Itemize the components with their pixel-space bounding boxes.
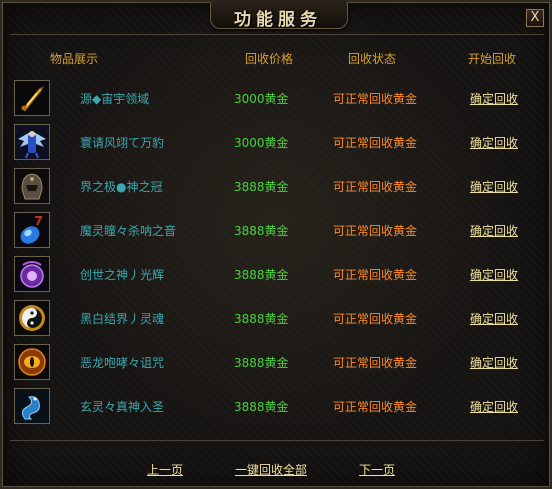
item-status: 可正常回收黄金 (333, 268, 418, 282)
confirm-recycle-button[interactable]: 确定回收 (470, 178, 518, 195)
table-row: 界之极●神之冠 3888黄金 可正常回收黄金 确定回收 (12, 166, 542, 206)
table-row: 源◆宙宇领域 3000黄金 可正常回收黄金 确定回收 (12, 78, 542, 118)
blue-crystal-icon (14, 212, 50, 248)
confirm-recycle-button[interactable]: 确定回收 (470, 354, 518, 371)
dark-helmet-icon (14, 168, 50, 204)
next-page-button[interactable]: 下一页 (359, 461, 395, 478)
table-row: 创世之神丿光辉 3888黄金 可正常回收黄金 确定回收 (12, 254, 542, 294)
close-button[interactable]: X (526, 9, 544, 27)
table-row: 黑白结界丿灵魂 3888黄金 可正常回收黄金 确定回收 (12, 298, 542, 338)
confirm-recycle-button[interactable]: 确定回收 (470, 398, 518, 415)
item-status: 可正常回收黄金 (333, 180, 418, 194)
item-price: 3888黄金 (234, 312, 289, 326)
prev-page-button[interactable]: 上一页 (147, 461, 183, 478)
item-price: 3000黄金 (234, 92, 289, 106)
winged-armor-icon (14, 124, 50, 160)
dragon-eye-icon (14, 344, 50, 380)
item-status: 可正常回收黄金 (333, 400, 418, 414)
item-name: 玄灵々真神入圣 (80, 400, 165, 414)
yin-yang-icon (14, 300, 50, 336)
item-price: 3888黄金 (234, 268, 289, 282)
item-price: 3888黄金 (234, 356, 289, 370)
header-status: 回收状态 (348, 52, 397, 66)
item-name: 创世之神丿光辉 (80, 268, 165, 282)
item-status: 可正常回收黄金 (333, 224, 418, 238)
top-divider (10, 34, 544, 35)
item-name: 魔灵瞳々杀呐之音 (80, 224, 177, 238)
item-price: 3888黄金 (234, 180, 289, 194)
golden-sword-icon (14, 80, 50, 116)
table-row: 玄灵々真神入圣 3888黄金 可正常回收黄金 确定回收 (12, 386, 542, 426)
confirm-recycle-button[interactable]: 确定回收 (470, 266, 518, 283)
table-row: 寰请风翊て万豹 3000黄金 可正常回收黄金 确定回收 (12, 122, 542, 162)
confirm-recycle-button[interactable]: 确定回收 (470, 90, 518, 107)
item-status: 可正常回收黄金 (333, 136, 418, 150)
table-row: 恶龙咆哮々诅咒 3888黄金 可正常回收黄金 确定回收 (12, 342, 542, 382)
blue-dragon-icon (14, 388, 50, 424)
item-price: 3888黄金 (234, 400, 289, 414)
item-name: 界之极●神之冠 (80, 180, 163, 194)
item-status: 可正常回收黄金 (333, 92, 418, 106)
item-name: 寰请风翊て万豹 (80, 136, 165, 150)
purple-orb-icon (14, 256, 50, 292)
confirm-recycle-button[interactable]: 确定回收 (470, 310, 518, 327)
item-status: 可正常回收黄金 (333, 312, 418, 326)
item-price: 3888黄金 (234, 224, 289, 238)
header-price: 回收价格 (245, 52, 294, 66)
bottom-divider (10, 440, 544, 441)
item-name: 黑白结界丿灵魂 (80, 312, 165, 326)
item-price: 3000黄金 (234, 136, 289, 150)
table-row: 魔灵瞳々杀呐之音 3888黄金 可正常回收黄金 确定回收 (12, 210, 542, 250)
item-name: 源◆宙宇领域 (80, 92, 150, 106)
recycle-all-button[interactable]: 一键回收全部 (235, 461, 307, 478)
window-title: 功能服务 (234, 10, 322, 30)
recycle-window: 功能服务 X 物品展示 回收价格 回收状态 开始回收 源◆宙宇领域 3000黄金… (0, 0, 552, 489)
item-name: 恶龙咆哮々诅咒 (80, 356, 165, 370)
header-action: 开始回收 (468, 52, 517, 66)
confirm-recycle-button[interactable]: 确定回收 (470, 134, 518, 151)
confirm-recycle-button[interactable]: 确定回收 (470, 222, 518, 239)
item-status: 可正常回收黄金 (333, 356, 418, 370)
header-item: 物品展示 (50, 52, 99, 66)
